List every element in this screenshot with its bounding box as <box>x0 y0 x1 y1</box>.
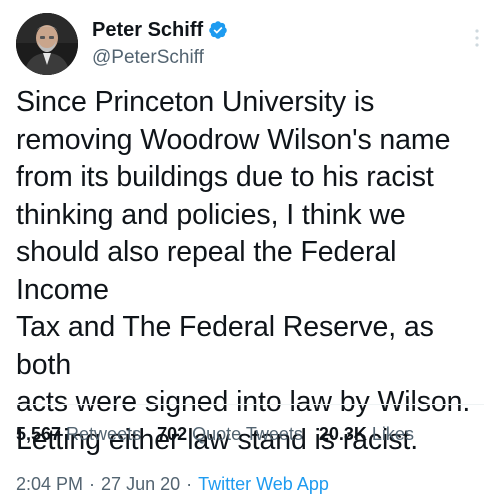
author-handle[interactable]: @PeterSchiff <box>92 45 228 71</box>
tweet-card: Peter Schiff @PeterSchiff Since Princeto… <box>0 0 500 494</box>
tweet-header: Peter Schiff @PeterSchiff <box>16 12 484 76</box>
tweet-source-link[interactable]: Twitter Web App <box>198 473 329 495</box>
divider <box>16 404 484 405</box>
retweets-stat[interactable]: 5,567 Retweets <box>16 423 141 445</box>
tweet-time[interactable]: 2:04 PM <box>16 473 83 495</box>
retweets-count: 5,567 <box>16 424 62 444</box>
avatar[interactable] <box>16 13 78 75</box>
quote-tweets-count: 702 <box>157 424 188 444</box>
more-options-icon[interactable] <box>470 28 484 48</box>
likes-count: 20.3K <box>318 424 367 444</box>
likes-label: Likes <box>371 424 414 444</box>
quote-tweets-label: Quote Tweets <box>192 424 303 444</box>
tweet-text: Since Princeton University is removing W… <box>16 86 471 456</box>
meta-separator: · <box>89 474 96 494</box>
author-name-row[interactable]: Peter Schiff <box>92 17 228 43</box>
author-name[interactable]: Peter Schiff <box>92 17 203 43</box>
verified-badge-icon <box>209 21 227 39</box>
likes-stat[interactable]: 20.3K Likes <box>319 423 414 445</box>
tweet-metadata: 2:04 PM · 27 Jun 20 · Twitter Web App <box>16 473 484 495</box>
meta-separator: · <box>186 474 193 494</box>
retweets-label: Retweets <box>66 424 142 444</box>
quote-tweets-stat[interactable]: 702 Quote Tweets <box>157 423 303 445</box>
tweet-stats: 5,567 Retweets 702 Quote Tweets 20.3K Li… <box>16 423 430 445</box>
author-block: Peter Schiff @PeterSchiff <box>92 17 228 71</box>
tweet-date[interactable]: 27 Jun 20 <box>101 473 180 495</box>
profile-photo-icon <box>16 13 78 75</box>
